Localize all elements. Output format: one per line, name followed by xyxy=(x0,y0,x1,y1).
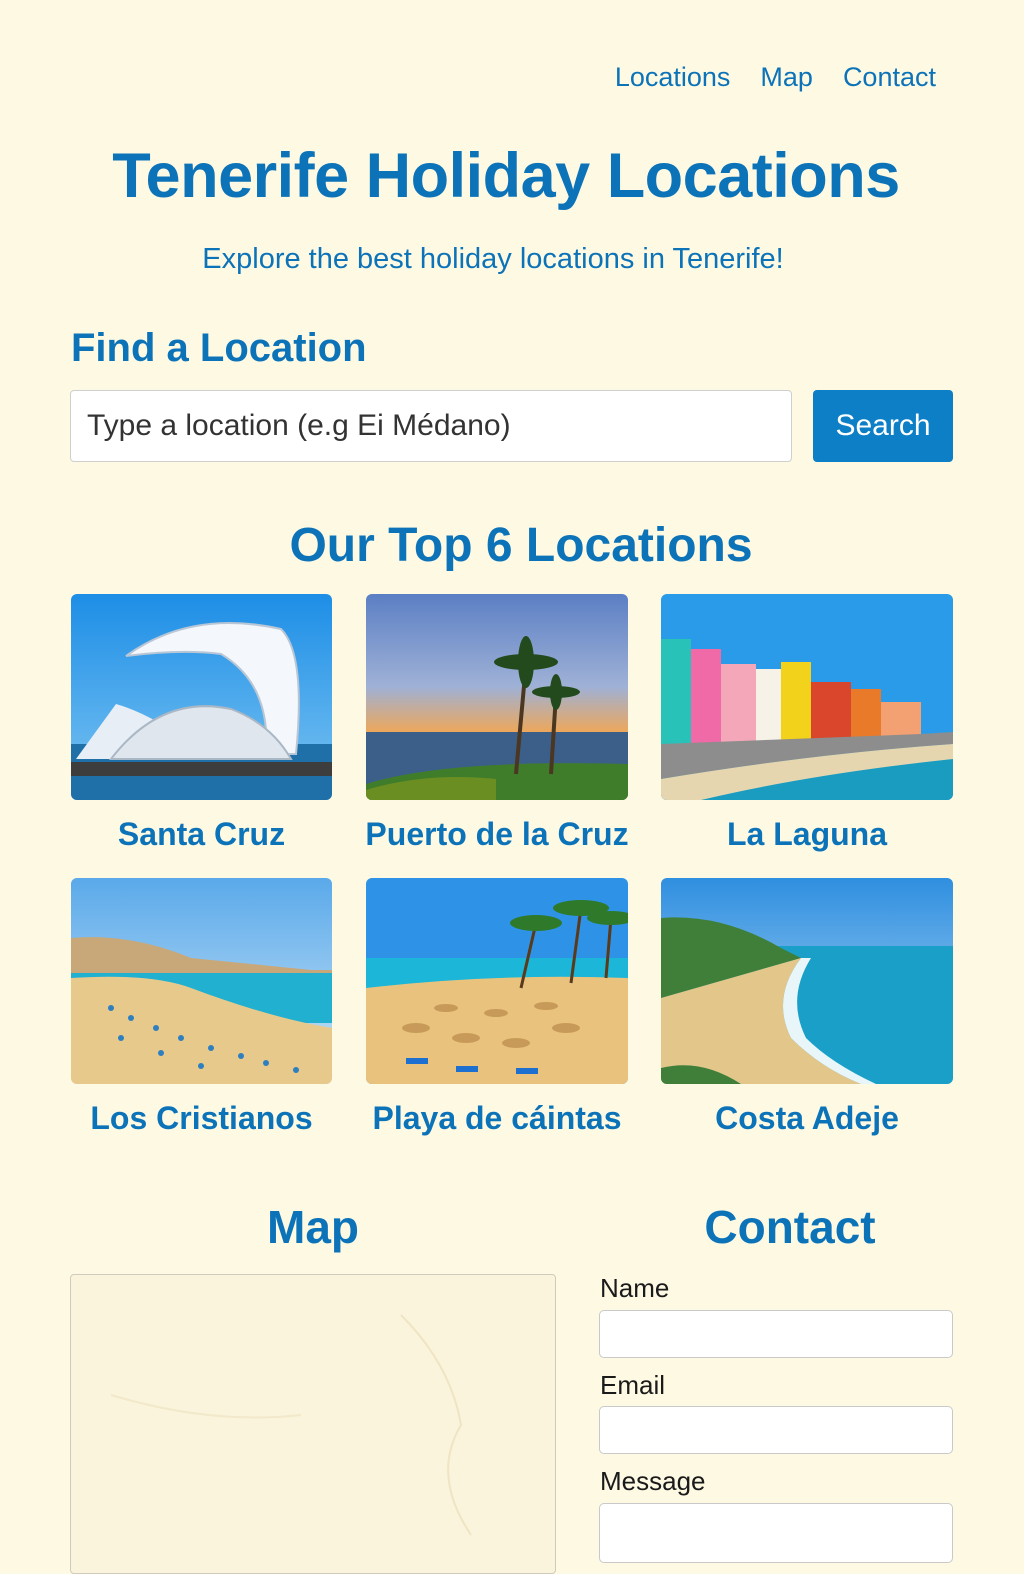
location-card-costa-adeje[interactable]: Costa Adeje xyxy=(661,878,953,1136)
search-input[interactable] xyxy=(70,390,792,462)
playa-de-caintas-image[interactable] xyxy=(366,878,628,1084)
location-name[interactable]: La Laguna xyxy=(641,816,973,853)
map-heading: Map xyxy=(267,1201,359,1253)
map-view[interactable] xyxy=(70,1274,556,1574)
page-title: Tenerife Holiday Locations xyxy=(112,141,900,211)
la-laguna-image[interactable] xyxy=(661,594,953,800)
location-card-la-laguna[interactable]: La Laguna xyxy=(661,594,953,852)
location-name[interactable]: Playa de cáintas xyxy=(346,1100,648,1137)
location-name[interactable]: Puerto de la Cruz xyxy=(346,816,648,853)
nav-link-contact[interactable]: Contact xyxy=(843,62,936,93)
message-field[interactable] xyxy=(599,1503,953,1563)
message-label: Message xyxy=(600,1466,706,1496)
nav-link-locations[interactable]: Locations xyxy=(615,62,731,93)
map-terrain-icon xyxy=(110,1314,472,1536)
santa-cruz-image[interactable] xyxy=(71,594,332,800)
nav-link-map[interactable]: Map xyxy=(760,62,813,93)
name-label: Name xyxy=(600,1273,670,1303)
top-nav: Locations Map Contact xyxy=(615,62,936,93)
location-name[interactable]: Los Cristianos xyxy=(51,1100,352,1137)
puerto-de-la-cruz-image[interactable] xyxy=(366,594,628,800)
email-field[interactable] xyxy=(599,1406,953,1454)
search-button[interactable]: Search xyxy=(813,390,953,462)
find-location-heading: Find a Location xyxy=(71,326,367,370)
top-locations-heading: Our Top 6 Locations xyxy=(289,519,753,572)
location-card-playa-de-caintas[interactable]: Playa de cáintas xyxy=(366,878,628,1136)
contact-heading: Contact xyxy=(704,1201,876,1253)
location-card-santa-cruz[interactable]: Santa Cruz xyxy=(71,594,332,852)
location-card-puerto-de-la-cruz[interactable]: Puerto de la Cruz xyxy=(365,594,629,852)
los-cristianos-image[interactable] xyxy=(71,878,332,1084)
email-label: Email xyxy=(600,1370,666,1400)
name-field[interactable] xyxy=(599,1310,953,1358)
page-subtitle: Explore the best holiday locations in Te… xyxy=(202,243,784,275)
location-card-los-cristianos[interactable]: Los Cristianos xyxy=(71,878,332,1136)
costa-adeje-image[interactable] xyxy=(661,878,953,1084)
location-name[interactable]: Costa Adeje xyxy=(641,1100,973,1137)
location-name[interactable]: Santa Cruz xyxy=(51,816,352,853)
